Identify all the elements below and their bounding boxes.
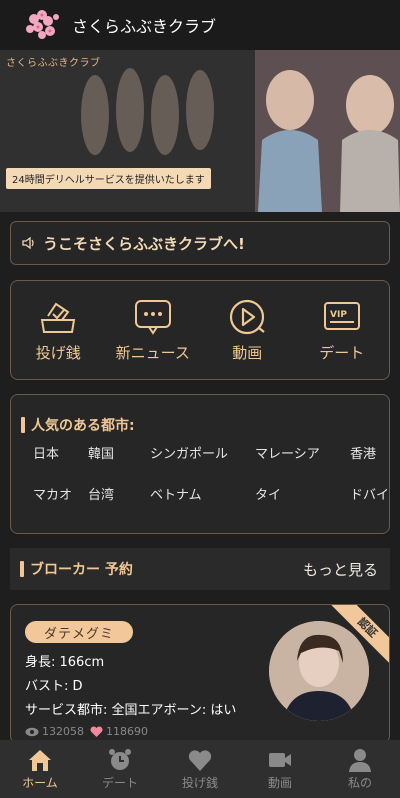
profile-name: ダテメグミ: [25, 621, 133, 643]
svg-text:VIP: VIP: [330, 310, 347, 320]
play-icon: [230, 299, 265, 334]
tip-box-icon: [41, 302, 76, 333]
sakura-logo-icon: [20, 5, 64, 45]
city-item[interactable]: マカオ: [33, 484, 88, 503]
broker-title: ブローカー 予約: [30, 562, 133, 578]
see-more-link[interactable]: もっと見る: [303, 559, 378, 580]
bottom-tab-bar: ホーム デート 投げ銭 動画 私の: [0, 740, 400, 798]
chat-bubble-icon: [134, 299, 171, 335]
speaker-icon: [22, 236, 34, 250]
promo-banner[interactable]: さくらふぶきクラブ 24時間デリヘルサービスを提供いたします: [0, 50, 400, 212]
view-count: 132058: [42, 725, 84, 738]
tab-profile[interactable]: 私の: [320, 740, 400, 798]
like-count: 118690: [106, 725, 148, 738]
profile-avatar: [269, 621, 369, 721]
popular-cities-panel: 人気のある都市: 日本 韓国 シンガポール マレーシア 香港 マカオ 台湾 ベト…: [10, 394, 390, 534]
quick-link-tip[interactable]: 投げ銭: [13, 298, 103, 363]
vip-card-icon: VIP: [323, 301, 360, 330]
tab-label: デート: [101, 776, 138, 790]
quick-link-label: 動画: [232, 343, 263, 362]
tab-video[interactable]: 動画: [240, 740, 320, 798]
section-header: ブローカー 予約: [20, 559, 133, 579]
quick-link-label: 投げ銭: [35, 343, 81, 362]
broker-section-header: ブローカー 予約 もっと見る: [10, 548, 390, 590]
announcement-text: うこそさくらふぶきクラブへ!: [43, 234, 245, 253]
home-icon: [29, 750, 51, 771]
tab-tip[interactable]: 投げ銭: [160, 740, 240, 798]
city-item[interactable]: 香港: [350, 443, 400, 462]
quick-link-date[interactable]: VIP デート: [297, 298, 387, 363]
quick-link-label: 新ニュース: [115, 343, 190, 362]
user-icon: [349, 749, 371, 772]
heart-icon: [188, 750, 212, 771]
alarm-clock-icon: [109, 749, 131, 770]
city-item[interactable]: 日本: [33, 443, 88, 462]
heart-icon: [90, 725, 103, 737]
tab-label: 投げ銭: [181, 776, 218, 790]
profile-card[interactable]: ダテメグミ 身長: 166cm バスト: D サービス都市: 全国エアボーン: …: [10, 604, 390, 744]
profile-service: サービス都市: 全国エアボーン: はい: [25, 703, 237, 718]
section-accent-bar: [20, 561, 24, 577]
tab-label: ホーム: [22, 776, 58, 790]
quick-link-label: デート: [319, 343, 365, 362]
profile-bust: バスト: D: [25, 679, 83, 694]
profile-height: 身長: 166cm: [25, 655, 105, 670]
city-item[interactable]: ベトナム: [150, 484, 255, 503]
profile-stats: 132058 118690: [25, 725, 154, 738]
quick-link-news[interactable]: 新ニュース: [108, 298, 198, 363]
city-grid: 日本 韓国 シンガポール マレーシア 香港 マカオ 台湾 ベトナム タイ ドバイ: [11, 443, 391, 503]
tab-label: 私の: [347, 776, 372, 790]
city-item[interactable]: シンガポール: [150, 443, 255, 462]
banner-tagline: 24時間デリヘルサービスを提供いたします: [6, 168, 211, 189]
city-item[interactable]: タイ: [255, 484, 350, 503]
city-item[interactable]: ドバイ: [350, 484, 400, 503]
city-item[interactable]: 台湾: [88, 484, 150, 503]
city-item[interactable]: マレーシア: [255, 443, 350, 462]
app-title: さくらふぶきクラブ: [72, 17, 217, 36]
tab-label: 動画: [267, 776, 292, 790]
announcement-bar: うこそさくらふぶきクラブへ!: [10, 221, 390, 265]
eye-icon: [25, 727, 39, 736]
quick-link-video[interactable]: 動画: [202, 298, 292, 363]
cities-title: 人気のある都市:: [31, 418, 135, 434]
tab-home[interactable]: ホーム: [0, 740, 80, 798]
section-accent-bar: [21, 417, 25, 433]
banner-brand-text: さくらふぶきクラブ: [6, 58, 101, 69]
section-header: 人気のある都市:: [21, 415, 135, 435]
city-item[interactable]: 韓国: [88, 443, 150, 462]
app-header: さくらふぶきクラブ: [0, 0, 400, 50]
tab-date[interactable]: デート: [80, 740, 160, 798]
video-camera-icon: [269, 753, 291, 767]
quick-links: 投げ銭 新ニュース 動画 VIP デート: [10, 280, 390, 380]
